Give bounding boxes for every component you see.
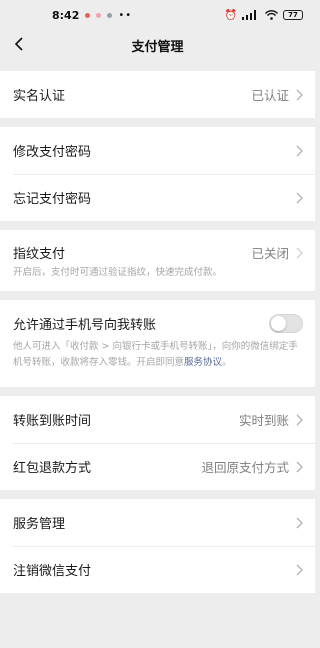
signal-icon [242, 10, 256, 20]
chevron-right-icon [296, 192, 303, 203]
fingerprint-section: 指纹支付 已关闭 开启后，支付时可通过验证指纹，快速完成付款。 [0, 230, 315, 291]
real-name-row[interactable]: 实名认证 已认证 [0, 71, 315, 118]
wifi-icon [265, 10, 278, 20]
fingerprint-right: 已关闭 [251, 243, 303, 262]
arrival-time-value: 实时到账 [238, 413, 289, 428]
modify-password-row[interactable]: 修改支付密码 [0, 127, 315, 174]
transfer-section: 转账到账时间 实时到账 红包退款方式 退回原支付方式 [0, 396, 315, 490]
real-name-right: 已认证 [251, 85, 303, 104]
password-section: 修改支付密码 忘记支付密码 [0, 127, 315, 221]
phone-transfer-label: 允许通过手机号向我转账 [13, 317, 157, 333]
alarm-icon: ⏰ [224, 9, 237, 21]
notification-icon [85, 12, 91, 18]
status-bar: 8:42 •• ⏰ 77 [0, 0, 315, 30]
refund-method-right: 退回原支付方式 [201, 457, 303, 476]
real-name-status: 已认证 [251, 88, 289, 103]
status-left: 8:42 •• [52, 9, 132, 22]
phone-transfer-description: 他人可进入「收付款 > 向银行卡或手机号转账」，向你的微信绑定手机号转账，收款将… [0, 336, 315, 387]
real-name-label: 实名认证 [13, 89, 66, 104]
chevron-right-icon [296, 564, 303, 575]
battery-icon: 77 [283, 10, 303, 20]
chevron-right-icon [296, 89, 303, 100]
chevron-right-icon [296, 414, 303, 425]
status-right: ⏰ 77 [225, 10, 303, 21]
arrival-time-row[interactable]: 转账到账时间 实时到账 [0, 396, 315, 443]
notification-icon [96, 12, 102, 18]
fingerprint-label: 指纹支付 [13, 247, 66, 262]
refund-method-label: 红包退款方式 [13, 461, 92, 476]
arrival-time-label: 转账到账时间 [13, 414, 92, 429]
nav-bar: 支付管理 [0, 30, 315, 60]
real-name-section: 实名认证 已认证 [0, 71, 315, 118]
chevron-right-icon [296, 247, 303, 258]
chevron-right-icon [296, 517, 303, 528]
phone-transfer-row: 允许通过手机号向我转账 [0, 300, 315, 336]
toggle-knob [271, 315, 286, 331]
service-section: 服务管理 注销微信支付 [0, 499, 315, 593]
phone-transfer-section: 允许通过手机号向我转账 他人可进入「收付款 > 向银行卡或手机号转账」，向你的微… [0, 300, 315, 387]
service-manage-row[interactable]: 服务管理 [0, 499, 315, 546]
chevron-right-icon [296, 145, 303, 156]
page-title: 支付管理 [131, 39, 184, 55]
refund-method-row[interactable]: 红包退款方式 退回原支付方式 [0, 443, 315, 490]
modify-password-label: 修改支付密码 [13, 145, 92, 160]
refund-method-value: 退回原支付方式 [201, 460, 289, 475]
forget-password-row[interactable]: 忘记支付密码 [0, 174, 315, 221]
service-agreement-link[interactable]: 服务协议 [184, 357, 222, 368]
fingerprint-status: 已关闭 [251, 246, 289, 261]
chevron-right-icon [296, 461, 303, 472]
cancel-wechat-pay-label: 注销微信支付 [13, 564, 92, 579]
description-end: 。 [222, 357, 232, 368]
more-notifications-icon: •• [118, 9, 133, 21]
fingerprint-description: 开启后，支付时可通过验证指纹，快速完成付款。 [13, 267, 223, 278]
status-time: 8:42 [52, 8, 80, 22]
fingerprint-row[interactable]: 指纹支付 已关闭 [0, 230, 315, 262]
back-icon[interactable] [8, 33, 30, 55]
cancel-wechat-pay-row[interactable]: 注销微信支付 [0, 546, 315, 593]
forget-password-label: 忘记支付密码 [13, 192, 92, 207]
arrival-time-right: 实时到账 [239, 410, 303, 429]
phone-transfer-toggle[interactable] [269, 313, 303, 333]
notification-icon [107, 12, 113, 18]
service-manage-label: 服务管理 [13, 517, 66, 532]
phone-transfer-description-text: 他人可进入「收付款 > 向银行卡或手机号转账」，向你的微信绑定手机号转账，收款将… [13, 341, 298, 368]
